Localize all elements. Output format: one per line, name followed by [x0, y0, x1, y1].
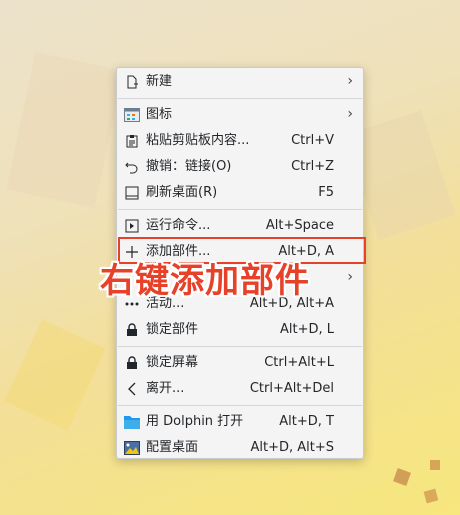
- menu-item-shortcut: Ctrl+V: [291, 133, 334, 148]
- menu-item-shortcut: F5: [318, 185, 334, 200]
- menu-item-lock-screen[interactable]: 锁定屏幕 Ctrl+Alt+L: [118, 350, 362, 376]
- chevron-right-icon: ›: [347, 269, 353, 285]
- menu-item-label: 粘贴剪贴板内容...: [146, 133, 250, 148]
- icon-view-icon: [124, 107, 140, 123]
- menu-item-shortcut: Alt+D, Alt+S: [250, 440, 334, 455]
- menu-item-configure-desktop[interactable]: 配置桌面 Alt+D, Alt+S: [118, 435, 362, 461]
- clipboard-icon: [124, 133, 140, 149]
- menu-separator: [118, 405, 362, 406]
- lock-icon: [124, 355, 140, 371]
- chevron-right-icon: ›: [347, 106, 353, 122]
- menu-item-label: 离开...: [146, 381, 185, 396]
- menu-item-run-command[interactable]: 运行命令... Alt+Space: [118, 213, 362, 239]
- menu-item-label: 新建: [146, 74, 173, 89]
- chevron-right-icon: ›: [347, 73, 353, 89]
- menu-item-new[interactable]: 新建 ›: [118, 69, 362, 95]
- run-command-icon: [124, 218, 140, 234]
- menu-item-label: 图标: [146, 107, 173, 122]
- menu-item-shortcut: Ctrl+Z: [291, 159, 334, 174]
- annotation-overlay-text: 右键添加部件: [100, 261, 310, 301]
- menu-item-lock-widgets[interactable]: 锁定部件 Alt+D, L: [118, 317, 362, 343]
- wallpaper-shape: [423, 488, 439, 504]
- configure-desktop-icon: [124, 440, 140, 456]
- menu-item-label: 锁定部件: [146, 322, 199, 337]
- menu-item-paste[interactable]: 粘贴剪贴板内容... Ctrl+V: [118, 128, 362, 154]
- menu-item-label: 撤销：链接(O): [146, 159, 232, 174]
- refresh-desktop-icon: [124, 185, 140, 201]
- menu-item-refresh[interactable]: 刷新桌面(R) F5: [118, 180, 362, 206]
- wallpaper-shape: [4, 319, 106, 431]
- menu-separator: [118, 98, 362, 99]
- menu-item-leave[interactable]: 离开... Ctrl+Alt+Del: [118, 376, 362, 402]
- menu-separator: [118, 346, 362, 347]
- menu-item-shortcut: Alt+D, T: [279, 414, 334, 429]
- wallpaper-shape: [430, 460, 440, 470]
- menu-item-open-dolphin[interactable]: 用 Dolphin 打开 Alt+D, T: [118, 409, 362, 435]
- lock-icon: [124, 322, 140, 338]
- menu-separator: [118, 209, 362, 210]
- menu-item-shortcut: Ctrl+Alt+L: [264, 355, 334, 370]
- menu-item-label: 用 Dolphin 打开: [146, 414, 244, 429]
- folder-icon: [124, 414, 140, 430]
- menu-item-icons[interactable]: 图标 ›: [118, 102, 362, 128]
- menu-item-shortcut: Ctrl+Alt+Del: [249, 381, 334, 396]
- menu-item-undo[interactable]: 撤销：链接(O) Ctrl+Z: [118, 154, 362, 180]
- wallpaper-shape: [6, 52, 124, 208]
- chevron-left-icon: [124, 381, 140, 397]
- menu-item-label: 运行命令...: [146, 218, 211, 233]
- menu-item-label: 刷新桌面(R): [146, 185, 218, 200]
- menu-item-shortcut: Alt+Space: [265, 218, 334, 233]
- menu-item-shortcut: Alt+D, L: [279, 322, 334, 337]
- wallpaper-shape: [393, 468, 411, 486]
- menu-item-label: 锁定屏幕: [146, 355, 199, 370]
- undo-icon: [124, 159, 140, 175]
- new-file-icon: [124, 74, 140, 90]
- menu-item-label: 配置桌面: [146, 440, 199, 455]
